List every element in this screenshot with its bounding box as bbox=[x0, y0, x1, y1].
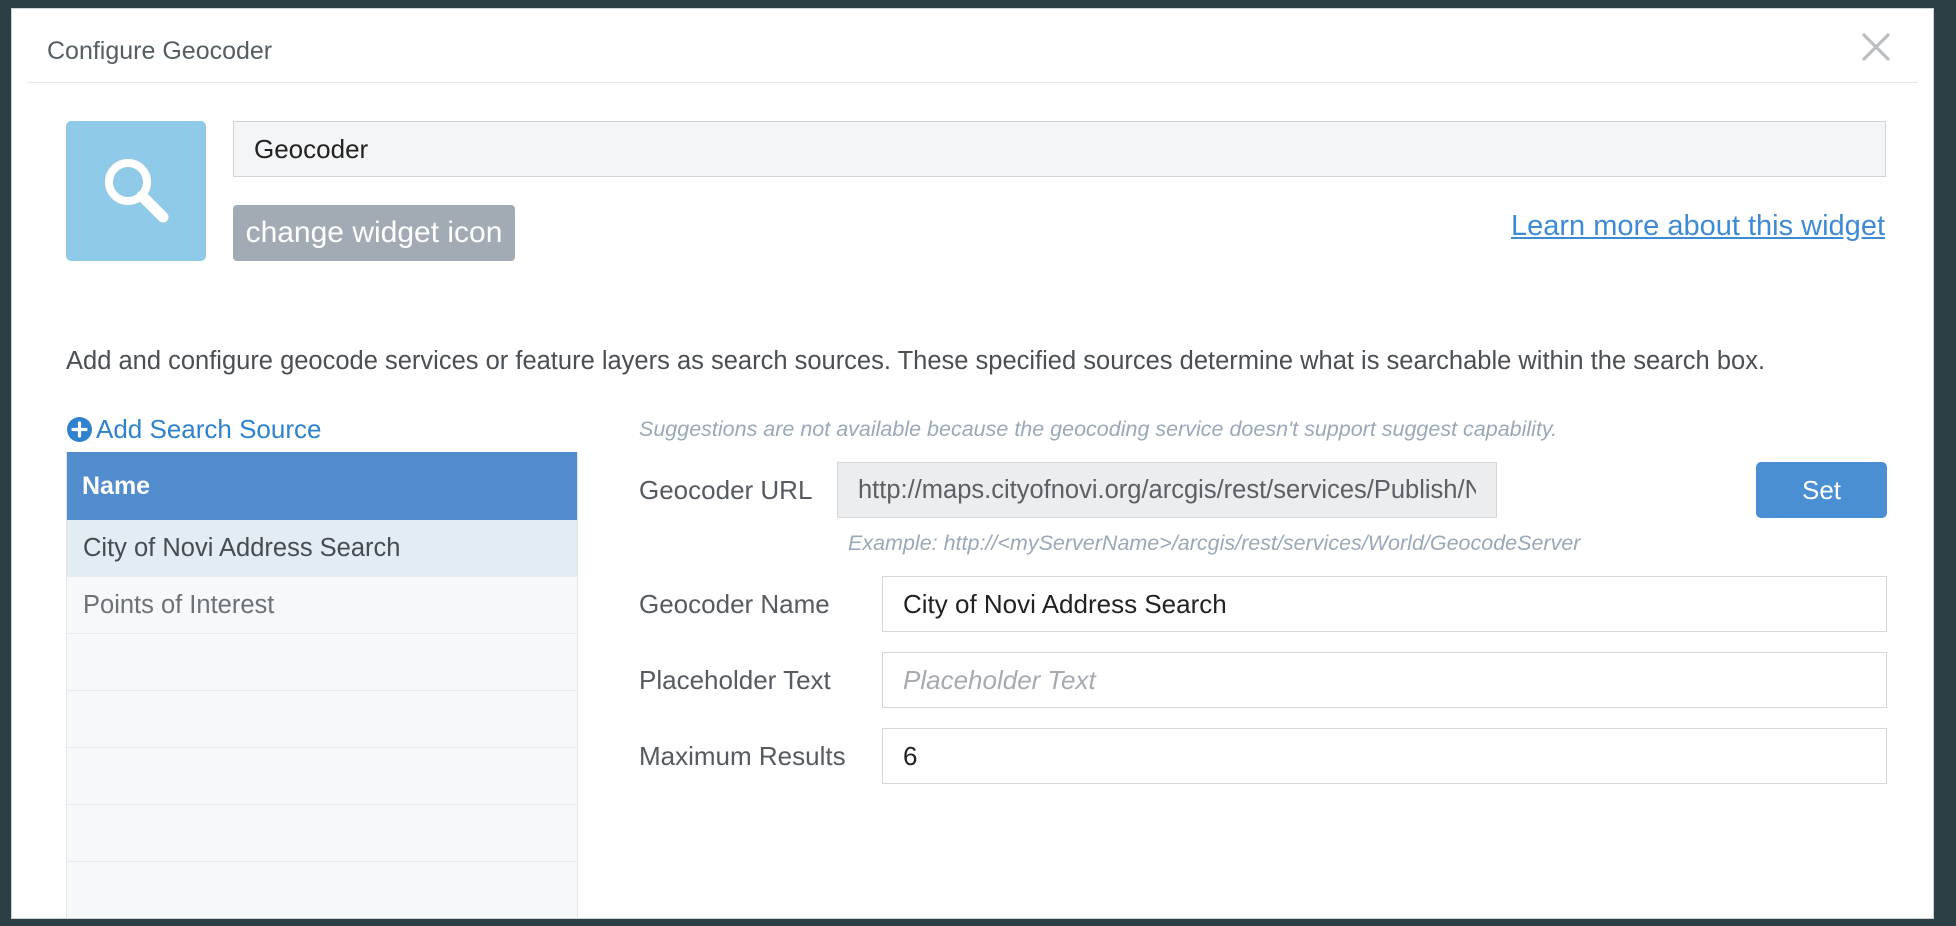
suggestions-note: Suggestions are not available because th… bbox=[639, 417, 1558, 441]
learn-more-link[interactable]: Learn more about this widget bbox=[1511, 210, 1885, 243]
placeholder-text-input[interactable] bbox=[882, 652, 1887, 708]
geocoder-url-input[interactable] bbox=[837, 462, 1497, 518]
table-row[interactable]: Points of Interest bbox=[67, 577, 577, 634]
table-row-empty bbox=[67, 862, 577, 918]
maximum-results-input[interactable] bbox=[882, 728, 1887, 784]
search-source-table: Name City of Novi Address Search Points … bbox=[66, 452, 578, 918]
table-row-empty bbox=[67, 634, 577, 691]
search-icon bbox=[105, 159, 169, 223]
geocoder-name-input[interactable] bbox=[882, 576, 1887, 632]
change-widget-icon-button[interactable]: change widget icon bbox=[233, 205, 515, 261]
set-url-button[interactable]: Set bbox=[1756, 462, 1887, 518]
dialog-title: Configure Geocoder bbox=[47, 37, 273, 65]
widget-icon-preview bbox=[66, 121, 206, 261]
maximum-results-label: Maximum Results bbox=[639, 741, 846, 771]
description-text: Add and configure geocode services or fe… bbox=[66, 347, 1766, 375]
geocoder-url-label: Geocoder URL bbox=[639, 475, 813, 505]
add-search-source-label: Add Search Source bbox=[96, 414, 322, 444]
add-search-source-button[interactable]: Add Search Source bbox=[66, 414, 321, 445]
table-row[interactable]: City of Novi Address Search bbox=[67, 520, 577, 577]
plus-circle-icon bbox=[67, 417, 92, 442]
table-row-empty bbox=[67, 691, 577, 748]
table-row-empty bbox=[67, 805, 577, 862]
placeholder-text-label: Placeholder Text bbox=[639, 665, 831, 695]
widget-name-input[interactable] bbox=[233, 121, 1886, 177]
geocoder-name-label: Geocoder Name bbox=[639, 589, 830, 619]
url-example-text: Example: http://<myServerName>/arcgis/re… bbox=[848, 531, 1581, 555]
table-row-empty bbox=[67, 748, 577, 805]
dialog-header: Configure Geocoder bbox=[27, 9, 1918, 83]
table-header-name: Name bbox=[67, 452, 577, 520]
close-icon[interactable] bbox=[1856, 27, 1896, 67]
configure-geocoder-dialog: Configure Geocoder change widget icon Le… bbox=[11, 8, 1934, 919]
